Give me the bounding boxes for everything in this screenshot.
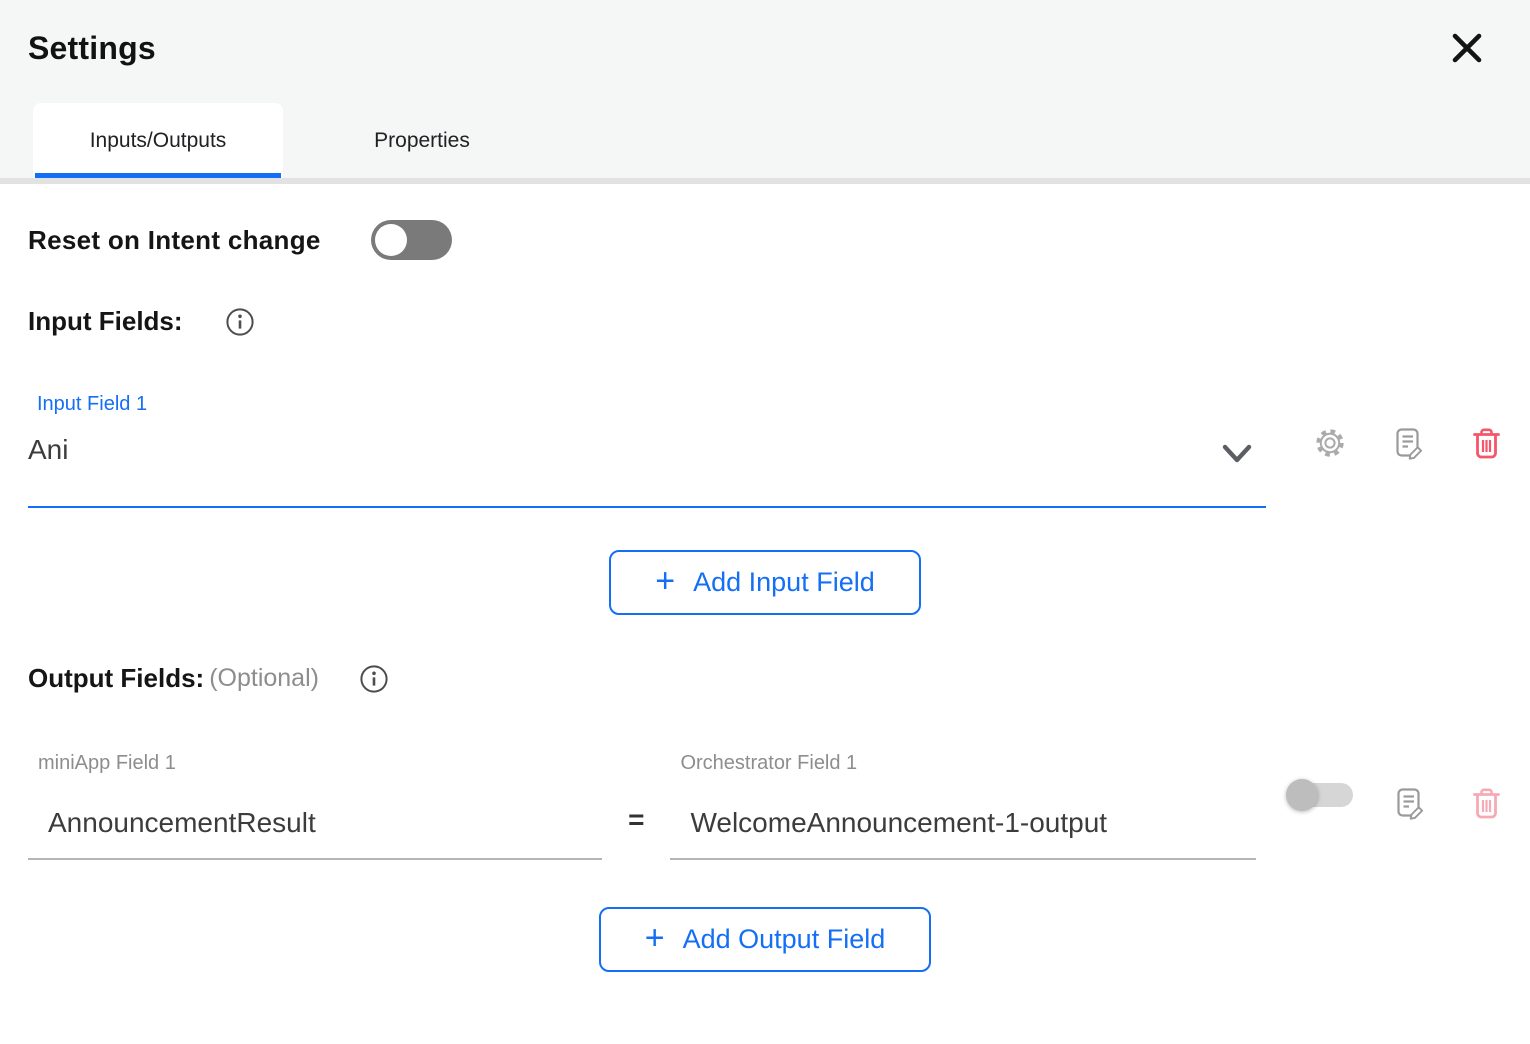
reset-on-intent-toggle[interactable] — [371, 220, 452, 260]
input-field-row: Input Field 1 — [28, 393, 1502, 508]
optional-label: (Optional) — [209, 664, 319, 693]
close-button[interactable] — [1445, 26, 1489, 70]
input-field-1-actions — [1314, 427, 1502, 461]
settings-dialog: Settings Inputs/Outputs Properties Reset… — [0, 0, 1530, 972]
info-icon — [359, 664, 389, 694]
header-divider — [0, 178, 1530, 184]
inputs-outputs-panel: Reset on Intent change Input Fields: Inp… — [0, 220, 1530, 972]
close-icon — [1448, 29, 1486, 67]
input-field-note-edit-button[interactable] — [1392, 427, 1425, 461]
orchestrator-field-1-label: Orchestrator Field 1 — [670, 752, 1256, 775]
orchestrator-field-1: Orchestrator Field 1 — [670, 752, 1256, 860]
page-title: Settings — [28, 30, 1530, 67]
input-fields-heading: Input Fields: — [28, 306, 183, 337]
plus-icon: + — [645, 921, 665, 955]
add-output-field-label: Add Output Field — [683, 924, 886, 955]
info-icon — [225, 307, 255, 337]
trash-icon-disabled — [1471, 787, 1502, 820]
dialog-header: Settings Inputs/Outputs Properties — [0, 0, 1530, 178]
equals-sign: = — [628, 804, 644, 836]
toggle-knob — [375, 224, 407, 256]
input-field-1-label: Input Field 1 — [28, 393, 1266, 416]
miniapp-field-1-label: miniApp Field 1 — [28, 752, 602, 775]
output-field-delete-button[interactable] — [1471, 787, 1502, 820]
plus-icon: + — [655, 564, 675, 598]
tab-inputs-outputs[interactable]: Inputs/Outputs — [33, 103, 283, 178]
note-edit-icon — [1393, 787, 1426, 821]
input-fields-info-button[interactable] — [225, 307, 255, 337]
output-field-row: miniApp Field 1 = Orchestrator Field 1 — [28, 752, 1502, 860]
input-field-1: Input Field 1 — [28, 393, 1266, 508]
input-field-1-value[interactable] — [28, 434, 1080, 466]
note-edit-icon — [1392, 427, 1425, 461]
add-input-field-button[interactable]: + Add Input Field — [609, 550, 920, 615]
output-fields-heading: Output Fields: — [28, 663, 204, 694]
miniapp-field-1: miniApp Field 1 — [28, 752, 602, 860]
add-output-field-button[interactable]: + Add Output Field — [599, 907, 931, 972]
output-field-note-edit-button[interactable] — [1393, 787, 1426, 821]
reset-on-intent-label: Reset on Intent change — [28, 225, 321, 256]
input-fields-section-heading: Input Fields: — [28, 306, 1502, 337]
add-input-field-label: Add Input Field — [693, 567, 875, 598]
output-fields-info-button[interactable] — [359, 664, 389, 694]
input-field-delete-button[interactable] — [1471, 427, 1502, 461]
trash-icon — [1471, 427, 1502, 460]
tab-properties-label: Properties — [374, 129, 470, 153]
gear-icon — [1314, 427, 1346, 459]
tab-properties[interactable]: Properties — [283, 103, 561, 178]
tab-bar: Inputs/Outputs Properties — [28, 103, 1530, 178]
input-field-1-dropdown-button[interactable] — [1220, 443, 1254, 468]
miniapp-field-1-value[interactable] — [28, 807, 578, 839]
input-field-settings-button[interactable] — [1314, 427, 1346, 461]
output-fields-section-heading: Output Fields: (Optional) — [28, 663, 1502, 694]
output-field-toggle[interactable] — [1286, 779, 1353, 811]
chevron-down-icon — [1220, 443, 1254, 465]
tab-inputs-outputs-label: Inputs/Outputs — [90, 129, 227, 153]
reset-on-intent-row: Reset on Intent change — [28, 220, 1502, 260]
orchestrator-field-1-value[interactable] — [670, 807, 1232, 839]
